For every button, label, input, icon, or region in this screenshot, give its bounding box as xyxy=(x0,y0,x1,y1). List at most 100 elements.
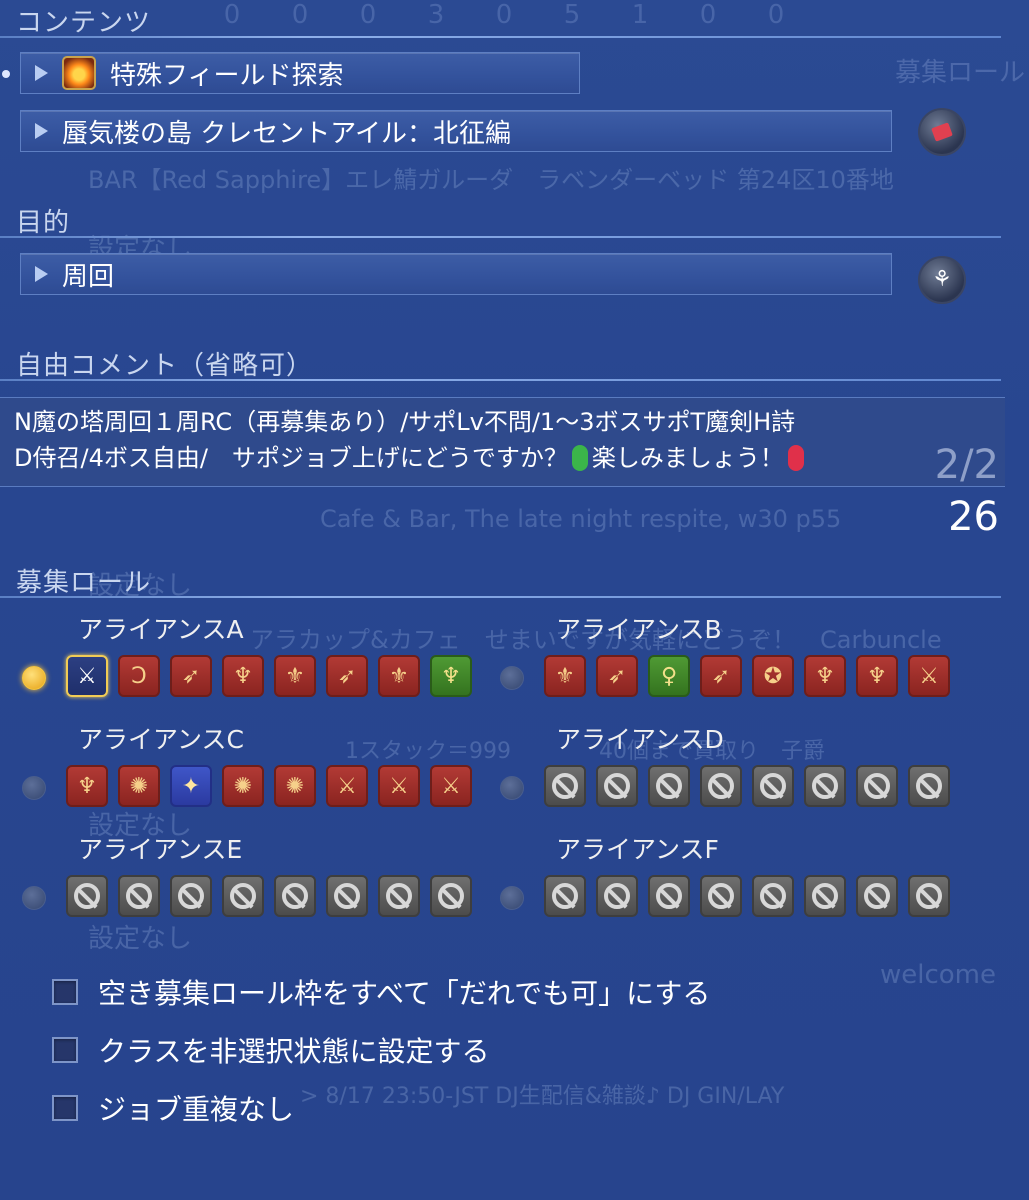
role-slot-unavailable[interactable] xyxy=(326,875,368,917)
purpose-label: 周回 xyxy=(62,261,115,292)
duty-info-button[interactable] xyxy=(918,108,966,156)
role-slot-dps[interactable]: ♆ xyxy=(222,655,264,697)
prohibited-icon xyxy=(282,883,308,909)
prohibited-icon xyxy=(916,883,942,909)
role-slot-dps[interactable]: ♆ xyxy=(804,655,846,697)
purpose-selector[interactable]: 周回 xyxy=(20,253,892,295)
job-icon: ✺ xyxy=(233,773,253,799)
alliance-a-radio[interactable] xyxy=(22,666,46,690)
option-no-duplicate-jobs[interactable]: ジョブ重複なし xyxy=(52,1088,294,1128)
role-slot-dps[interactable]: ⚔ xyxy=(908,655,950,697)
option-fill-any-role[interactable]: 空き募集ロール枠をすべて「だれでも可」にする xyxy=(52,972,710,1012)
role-slot-unavailable[interactable] xyxy=(856,875,898,917)
comment-text-area[interactable]: N魔の塔周回１周RC（再募集あり）/サポLv不問/1～3ボスサポT魔剣H詩 D侍… xyxy=(0,397,1005,487)
role-slot-unavailable[interactable] xyxy=(804,765,846,807)
role-slot-selected[interactable]: ⚔ xyxy=(66,655,108,697)
role-slot-unavailable[interactable] xyxy=(908,765,950,807)
prohibited-icon xyxy=(864,883,890,909)
role-slot-unavailable[interactable] xyxy=(544,765,586,807)
fill-any-role-checkbox[interactable] xyxy=(52,979,78,1005)
role-slot-unavailable[interactable] xyxy=(274,875,316,917)
role-slot-unavailable[interactable] xyxy=(752,765,794,807)
role-slot-healer[interactable]: ♆ xyxy=(430,655,472,697)
background-text: BAR【Red Sapphire】エレ鯖ガルーダ ラベンダーベッド 第24区10… xyxy=(88,166,894,194)
alliance-e-radio[interactable] xyxy=(22,886,46,910)
role-slot-dps[interactable]: ⚔ xyxy=(326,765,368,807)
role-slot-unavailable[interactable] xyxy=(430,875,472,917)
scroll-icon xyxy=(931,122,953,142)
role-slot-dps[interactable]: ⚜ xyxy=(274,655,316,697)
comment-line-2-text: D侍召/4ボス自由/ サポジョブ上げにどうですか？ xyxy=(14,444,568,472)
role-slot-unavailable[interactable] xyxy=(66,875,108,917)
no-duplicate-jobs-checkbox[interactable] xyxy=(52,1095,78,1121)
background-text: Cafe & Bar, The late night respite, w30 … xyxy=(320,505,842,533)
prohibited-icon xyxy=(864,773,890,799)
role-slot-dps[interactable]: ⚔ xyxy=(378,765,420,807)
role-slot-dps[interactable]: ✺ xyxy=(274,765,316,807)
role-slot-dps[interactable]: ⚜ xyxy=(544,655,586,697)
prohibited-icon xyxy=(230,883,256,909)
job-icon: ♆ xyxy=(867,663,887,689)
background-text: 募集ロール xyxy=(895,58,1026,88)
alliance-c-radio[interactable] xyxy=(22,776,46,800)
role-slot-dps[interactable]: ✺ xyxy=(222,765,264,807)
role-slot-dps[interactable]: ➶ xyxy=(326,655,368,697)
prohibited-icon xyxy=(74,883,100,909)
role-slot-dps[interactable]: ✪ xyxy=(752,655,794,697)
role-slot-dps[interactable]: ✺ xyxy=(118,765,160,807)
prohibited-icon xyxy=(178,883,204,909)
prohibited-icon xyxy=(760,883,786,909)
section-divider xyxy=(0,36,1001,38)
role-slot-dps[interactable]: ♆ xyxy=(66,765,108,807)
duty-selector[interactable]: 蜃気楼の島 クレセントアイル：北征編 xyxy=(20,110,892,152)
role-slot-unavailable[interactable] xyxy=(856,765,898,807)
role-slot-unavailable[interactable] xyxy=(170,875,212,917)
role-slot-dps[interactable]: ➶ xyxy=(700,655,742,697)
role-slot-unavailable[interactable] xyxy=(804,875,846,917)
role-slot-dps[interactable]: ⚔ xyxy=(430,765,472,807)
role-slot-unavailable[interactable] xyxy=(700,875,742,917)
role-slot-unavailable[interactable] xyxy=(378,875,420,917)
job-icon: ♆ xyxy=(77,773,97,799)
prohibited-icon xyxy=(438,883,464,909)
job-icon: ➶ xyxy=(337,663,357,689)
role-slot-unavailable[interactable] xyxy=(222,875,264,917)
role-slot-dps[interactable]: ♆ xyxy=(856,655,898,697)
alliance-d-slots xyxy=(544,765,950,807)
role-slot-unavailable[interactable] xyxy=(648,875,690,917)
alliance-f-radio[interactable] xyxy=(500,886,524,910)
class-unselected-checkbox[interactable] xyxy=(52,1037,78,1063)
alliance-d-radio[interactable] xyxy=(500,776,524,800)
comment-char-count: 26 xyxy=(948,494,999,540)
background-text: > 8/17 23:50-JST DJ生配信&雑談♪ DJ GIN/LAY xyxy=(300,1084,785,1109)
role-slot-dps[interactable]: ➶ xyxy=(596,655,638,697)
role-slot-dps[interactable]: Ↄ xyxy=(118,655,160,697)
role-slot-healer[interactable]: ♀ xyxy=(648,655,690,697)
expand-triangle-icon xyxy=(35,123,48,139)
role-slot-unavailable[interactable] xyxy=(544,875,586,917)
background-text: welcome xyxy=(880,960,997,990)
role-slot-unavailable[interactable] xyxy=(648,765,690,807)
role-slot-unavailable[interactable] xyxy=(908,875,950,917)
job-icon: ⚔ xyxy=(389,773,409,799)
role-slot-unavailable[interactable] xyxy=(596,765,638,807)
prohibited-icon xyxy=(812,883,838,909)
green-bracket-icon xyxy=(571,445,588,471)
role-slot-unavailable[interactable] xyxy=(596,875,638,917)
purpose-info-button[interactable]: ⚘ xyxy=(918,256,966,304)
alliance-b-radio[interactable] xyxy=(500,666,524,690)
comment-line-1: N魔の塔周回１周RC（再募集あり）/サポLv不問/1～3ボスサポT魔剣H詩 xyxy=(14,408,796,436)
duty-label: 蜃気楼の島 クレセントアイル：北征編 xyxy=(62,118,511,149)
role-slot-dps[interactable]: ⚜ xyxy=(378,655,420,697)
roles-section-title: 募集ロール xyxy=(16,568,152,598)
prohibited-icon xyxy=(604,773,630,799)
role-slot-unavailable[interactable] xyxy=(752,875,794,917)
option-class-unselected[interactable]: クラスを非選択状態に設定する xyxy=(52,1030,489,1070)
alliance-b-label: アライアンスB xyxy=(556,615,722,644)
role-slot-unavailable[interactable] xyxy=(700,765,742,807)
role-slot-tank[interactable]: ✦ xyxy=(170,765,212,807)
content-category-selector[interactable]: 特殊フィールド探索 xyxy=(20,52,580,94)
role-slot-unavailable[interactable] xyxy=(118,875,160,917)
role-slot-dps[interactable]: ➶ xyxy=(170,655,212,697)
background-text: 設定なし xyxy=(88,924,193,954)
